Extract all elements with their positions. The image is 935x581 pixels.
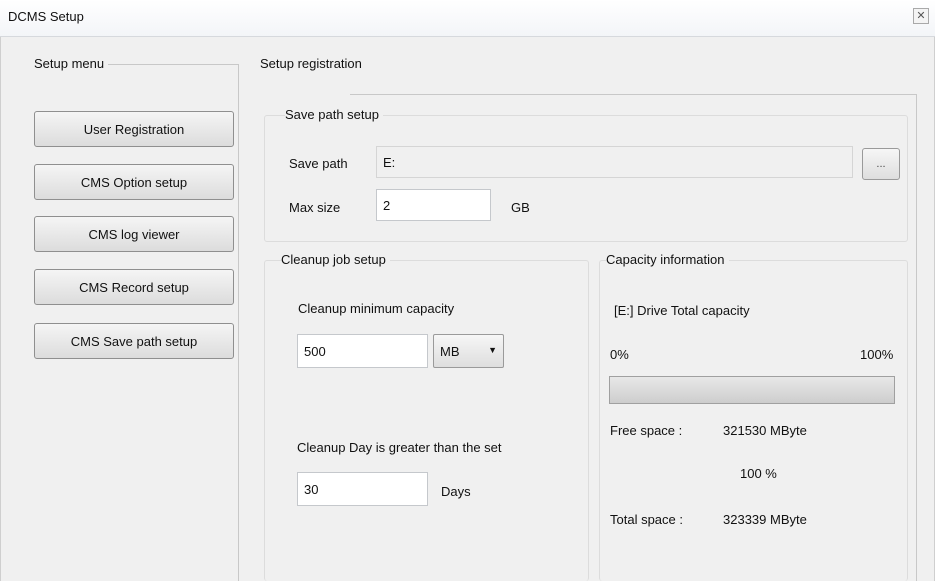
- user-registration-button[interactable]: User Registration: [34, 111, 234, 147]
- user-registration-label: User Registration: [83, 121, 185, 137]
- cms-option-setup-button[interactable]: CMS Option setup: [34, 164, 234, 200]
- cms-record-setup-label: CMS Record setup: [79, 279, 189, 295]
- free-space-value: 321530 MByte: [723, 423, 807, 438]
- setup-menu-label: Setup menu: [34, 56, 109, 71]
- setup-registration-border-right: [916, 94, 917, 581]
- cleanup-job-setup-label: Cleanup job setup: [281, 252, 390, 267]
- max-size-label: Max size: [289, 200, 341, 215]
- save-path-setup-group: [264, 115, 908, 242]
- free-space-percent: 100 %: [740, 466, 777, 481]
- free-space-label: Free space :: [610, 423, 683, 438]
- max-size-unit: GB: [511, 200, 530, 215]
- progress-min-label: 0%: [610, 347, 629, 362]
- save-path-setup-label: Save path setup: [285, 107, 383, 122]
- cleanup-min-capacity-value: 500: [304, 343, 326, 359]
- window-title: DCMS Setup: [8, 9, 84, 24]
- browse-button[interactable]: ...: [862, 148, 900, 180]
- setup-registration-border-top: [350, 94, 917, 95]
- setup-menu-border-right: [238, 64, 239, 581]
- cms-option-setup-label: CMS Option setup: [80, 174, 188, 190]
- save-path-label: Save path: [289, 156, 348, 171]
- save-path-field: E:: [376, 146, 853, 178]
- save-path-value: E:: [383, 154, 396, 170]
- drive-capacity-label: [E:] Drive Total capacity: [614, 303, 750, 318]
- capacity-information-label: Capacity information: [606, 252, 729, 267]
- window-frame-left: [0, 37, 1, 581]
- title-bar: DCMS Setup: [0, 0, 935, 37]
- cleanup-day-input[interactable]: 30: [297, 472, 428, 506]
- cms-log-viewer-label: CMS log viewer: [88, 226, 180, 242]
- capacity-progress-fill: [610, 377, 894, 403]
- capacity-unit-value: MB: [440, 343, 460, 359]
- setup-menu-border-top: [96, 64, 239, 65]
- max-size-input[interactable]: 2: [376, 189, 491, 221]
- cleanup-min-capacity-label: Cleanup minimum capacity: [298, 301, 455, 316]
- chevron-down-icon: ▼: [488, 345, 497, 355]
- cms-save-path-setup-label: CMS Save path setup: [70, 333, 198, 349]
- total-space-value: 323339 MByte: [723, 512, 807, 527]
- browse-label: ...: [876, 158, 886, 170]
- cleanup-day-value: 30: [304, 481, 319, 497]
- cleanup-day-label: Cleanup Day is greater than the set: [297, 440, 502, 455]
- capacity-progress-bar: [609, 376, 895, 404]
- progress-max-label: 100%: [860, 347, 894, 362]
- cleanup-min-capacity-input[interactable]: 500: [297, 334, 428, 368]
- setup-registration-label: Setup registration: [260, 56, 366, 71]
- cms-save-path-setup-button[interactable]: CMS Save path setup: [34, 323, 234, 359]
- total-space-label: Total space :: [610, 512, 683, 527]
- cms-record-setup-button[interactable]: CMS Record setup: [34, 269, 234, 305]
- max-size-value: 2: [383, 197, 391, 213]
- cms-log-viewer-button[interactable]: CMS log viewer: [34, 216, 234, 252]
- close-icon[interactable]: [913, 8, 929, 24]
- cleanup-day-unit: Days: [441, 484, 471, 499]
- capacity-unit-select[interactable]: MB ▼: [433, 334, 504, 368]
